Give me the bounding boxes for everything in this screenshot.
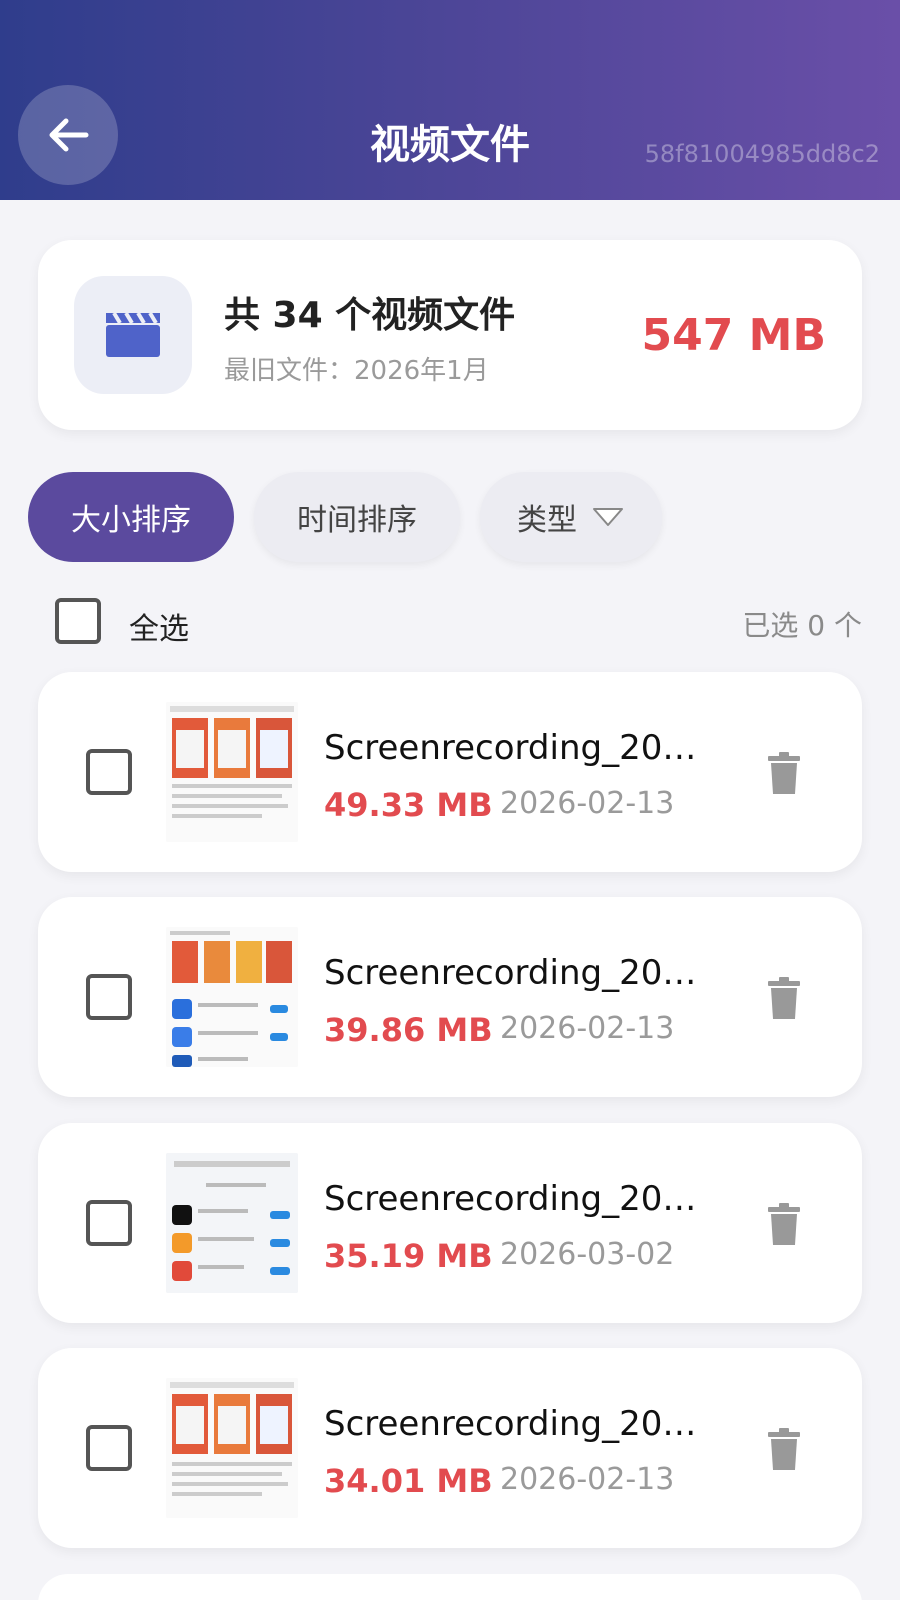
trash-icon[interactable] xyxy=(768,1428,800,1470)
video-count-text: 共 34 个视频文件 xyxy=(224,295,516,336)
file-name: Screenrecording_20… xyxy=(324,728,697,768)
file-name: Screenrecording_20… xyxy=(324,1404,697,1444)
file-list-item[interactable]: Screenrecording_20… 39.86 MB 2026-02-13 xyxy=(38,897,862,1097)
video-thumbnail xyxy=(166,927,298,1067)
video-thumbnail xyxy=(166,702,298,842)
select-all-checkbox[interactable] xyxy=(55,598,101,644)
file-size: 39.86 MB xyxy=(324,1011,493,1049)
file-date: 2026-02-13 xyxy=(500,1011,675,1046)
summary-card: 共 34 个视频文件 最旧文件：2026年1月 547 MB xyxy=(38,240,862,430)
file-list-item[interactable]: Screenrecording_20… 35.19 MB 2026-03-02 xyxy=(38,1123,862,1323)
triangle-down-icon xyxy=(593,508,623,526)
file-checkbox[interactable] xyxy=(86,749,132,795)
total-size-text: 547 MB xyxy=(641,310,827,361)
trash-icon[interactable] xyxy=(768,752,800,794)
oldest-file-text: 最旧文件：2026年1月 xyxy=(224,356,489,386)
file-checkbox[interactable] xyxy=(86,1425,132,1471)
type-filter-label: 类型 xyxy=(517,503,577,538)
video-thumbnail xyxy=(166,1378,298,1518)
summary-icon-container xyxy=(74,276,192,394)
trash-icon[interactable] xyxy=(768,1203,800,1245)
time-sort-chip[interactable]: 时间排序 xyxy=(254,472,460,562)
file-checkbox[interactable] xyxy=(86,974,132,1020)
file-date: 2026-03-02 xyxy=(500,1237,675,1272)
trash-icon[interactable] xyxy=(768,977,800,1019)
file-list-item[interactable]: Screenrecording_20… 34.01 MB 2026-02-13 xyxy=(38,1348,862,1548)
file-name: Screenrecording_20… xyxy=(324,1179,697,1219)
file-name: Screenrecording_20… xyxy=(324,953,697,993)
file-date: 2026-02-13 xyxy=(500,786,675,821)
size-sort-label: 大小排序 xyxy=(71,503,191,538)
time-sort-label: 时间排序 xyxy=(297,503,417,538)
type-filter-chip[interactable]: 类型 xyxy=(480,472,662,562)
file-size: 34.01 MB xyxy=(324,1462,493,1500)
file-date: 2026-02-13 xyxy=(500,1462,675,1497)
select-all-row: 全选 已选 0 个 xyxy=(55,598,862,648)
header-bar: 视频文件 58f81004985dd8c2 xyxy=(0,0,900,200)
file-size: 49.33 MB xyxy=(324,786,493,824)
file-checkbox[interactable] xyxy=(86,1200,132,1246)
film-clapper-icon xyxy=(106,311,160,357)
selected-count-text: 已选 0 个 xyxy=(742,609,862,642)
file-list-item[interactable] xyxy=(38,1574,862,1600)
file-list-item[interactable]: Screenrecording_20… 49.33 MB 2026-02-13 xyxy=(38,672,862,872)
select-all-label[interactable]: 全选 xyxy=(129,604,189,648)
device-id-text: 58f81004985dd8c2 xyxy=(644,140,880,168)
file-size: 35.19 MB xyxy=(324,1237,493,1275)
size-sort-chip[interactable]: 大小排序 xyxy=(28,472,234,562)
video-thumbnail xyxy=(166,1153,298,1293)
